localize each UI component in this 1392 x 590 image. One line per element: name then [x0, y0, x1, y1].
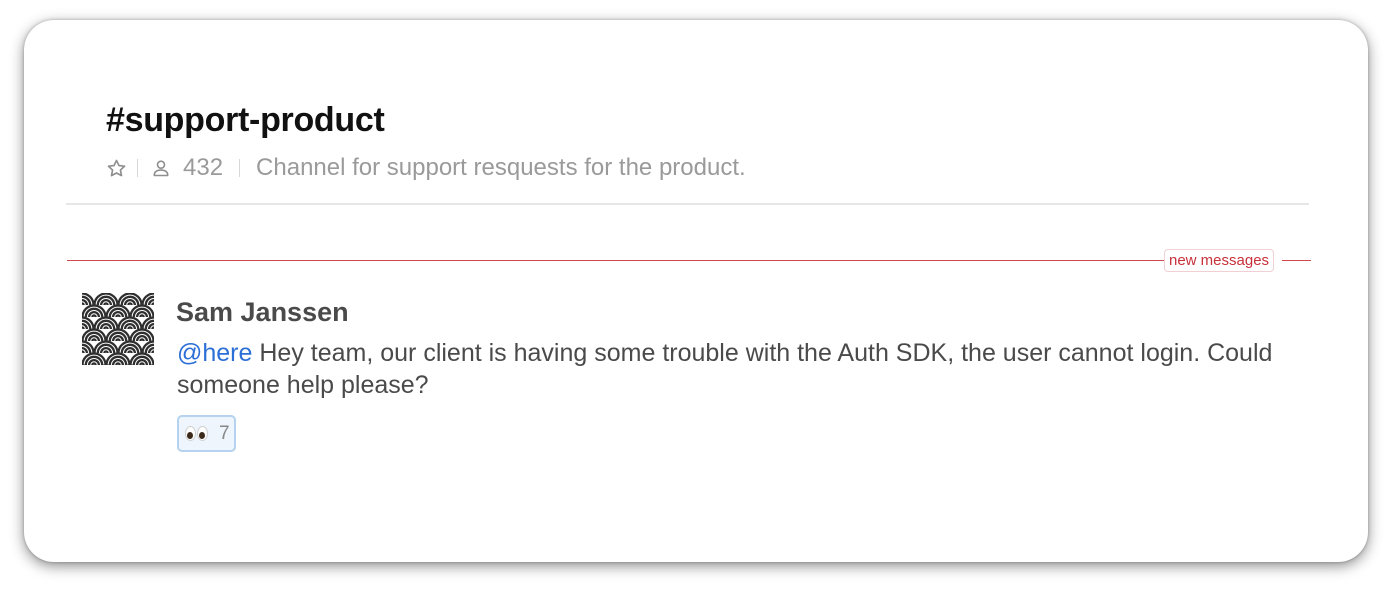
- message-text: Hey team, our client is having some trou…: [177, 339, 1273, 399]
- channel-title: #support-product: [106, 101, 385, 139]
- message-body: @here Hey team, our client is having som…: [177, 337, 1287, 401]
- header-divider: [66, 203, 1309, 205]
- avatar[interactable]: [82, 293, 154, 365]
- meta-separator: [239, 159, 241, 177]
- channel-description: Channel for support resquests for the pr…: [256, 154, 746, 181]
- new-messages-line: [67, 260, 1164, 261]
- here-mention[interactable]: @here: [177, 339, 252, 367]
- new-messages-badge: new messages: [1164, 249, 1275, 272]
- star-icon[interactable]: [106, 158, 127, 179]
- message-author[interactable]: Sam Janssen: [176, 296, 349, 328]
- meta-separator: [137, 159, 138, 177]
- channel-card: #support-product 432 Channel for support…: [24, 20, 1368, 562]
- eyes-emoji-icon: [185, 426, 208, 441]
- new-messages-line-end: [1282, 260, 1311, 261]
- reaction-eyes[interactable]: 7: [177, 415, 236, 452]
- member-icon[interactable]: [151, 158, 171, 178]
- reaction-count: 7: [219, 422, 230, 444]
- channel-meta: 432 Channel for support resquests for th…: [106, 151, 746, 185]
- member-count[interactable]: 432: [183, 154, 223, 182]
